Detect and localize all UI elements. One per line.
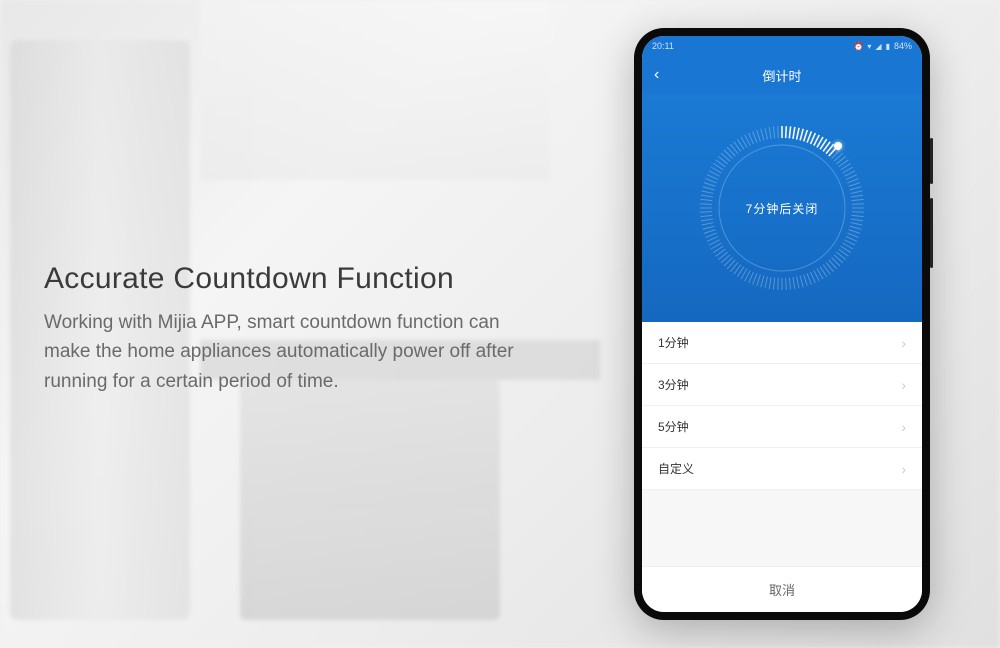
back-button[interactable]: ‹ [654, 67, 674, 83]
preset-list: 1分钟 › 3分钟 › 5分钟 › 自定义 › 取消 [642, 322, 922, 612]
app-header: ‹ 倒计时 [642, 56, 922, 94]
list-item[interactable]: 5分钟 › [642, 406, 922, 448]
chevron-right-icon: › [901, 419, 906, 435]
chevron-right-icon: › [901, 335, 906, 351]
alarm-icon: ⏰ [853, 42, 863, 51]
dial-label: 7分钟后关闭 [746, 200, 819, 217]
list-item[interactable]: 3分钟 › [642, 364, 922, 406]
list-item[interactable]: 自定义 › [642, 448, 922, 490]
dial-knob[interactable] [834, 142, 842, 150]
list-item-label: 自定义 [658, 460, 694, 477]
chevron-right-icon: › [901, 461, 906, 477]
phone-volume-button [930, 198, 933, 268]
battery-percent: 84% [894, 41, 912, 51]
list-item-label: 3分钟 [658, 376, 689, 393]
cancel-button[interactable]: 取消 [642, 566, 922, 612]
countdown-panel: 7分钟后关闭 [642, 94, 922, 322]
header-title: 倒计时 [674, 66, 890, 85]
chevron-right-icon: › [901, 377, 906, 393]
list-item-label: 5分钟 [658, 418, 689, 435]
marketing-heading: Accurate Countdown Function [44, 262, 514, 296]
battery-icon: ▮ [886, 42, 890, 51]
status-bar: 20:11 ⏰ ▾ ◢ ▮ 84% [642, 36, 922, 56]
list-item-label: 1分钟 [658, 334, 689, 351]
marketing-body: Working with Mijia APP, smart countdown … [44, 308, 514, 396]
signal-icon: ◢ [875, 42, 881, 51]
status-time: 20:11 [652, 41, 674, 51]
wifi-icon: ▾ [867, 42, 871, 51]
status-right: ⏰ ▾ ◢ ▮ 84% [853, 41, 912, 51]
phone-screen: 20:11 ⏰ ▾ ◢ ▮ 84% ‹ 倒计时 7分钟后关闭 [642, 36, 922, 612]
countdown-dial[interactable]: 7分钟后关闭 [692, 118, 872, 298]
phone-side-button [930, 138, 933, 184]
list-item[interactable]: 1分钟 › [642, 322, 922, 364]
marketing-text-block: Accurate Countdown Function Working with… [44, 262, 514, 396]
phone-mockup: 20:11 ⏰ ▾ ◢ ▮ 84% ‹ 倒计时 7分钟后关闭 [634, 28, 930, 620]
